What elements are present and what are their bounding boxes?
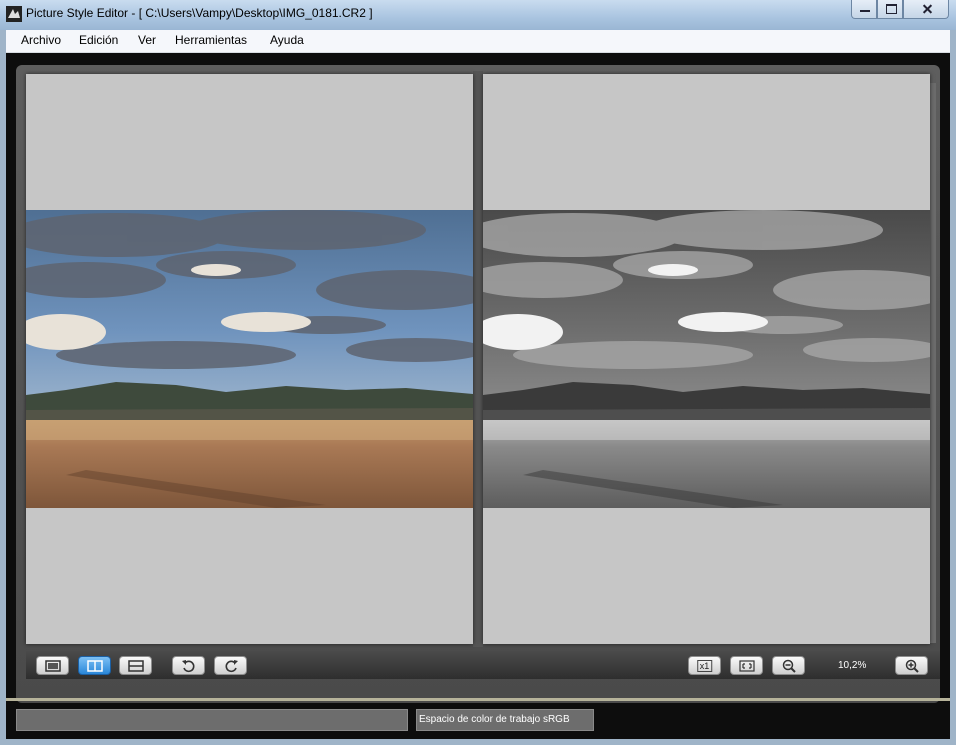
actual-size-button[interactable]: x1: [688, 656, 721, 675]
status-message-field: [16, 709, 408, 731]
app-icon[interactable]: [6, 6, 22, 22]
rotate-left-icon: [181, 659, 194, 672]
original-photo[interactable]: [26, 210, 473, 508]
view-toolbar: x1 10,2%: [26, 651, 940, 679]
original-image-panel[interactable]: [26, 74, 473, 644]
menu-ayuda[interactable]: Ayuda: [270, 33, 304, 47]
menu-archivo[interactable]: Archivo: [21, 33, 61, 47]
minimize-button[interactable]: [851, 0, 877, 19]
actual-size-label: x1: [696, 659, 713, 672]
status-separator: [6, 698, 950, 701]
window-title: Picture Style Editor - [ C:\Users\Vampy\…: [26, 6, 373, 20]
fit-to-window-icon: [738, 659, 755, 672]
menu-ver[interactable]: Ver: [138, 33, 156, 47]
menu-bar: Archivo Edición Ver Herramientas Ayuda: [6, 30, 950, 53]
image-workspace: x1 10,2%: [16, 65, 940, 703]
zoom-in-button[interactable]: [895, 656, 928, 675]
menu-herramientas[interactable]: Herramientas: [175, 33, 247, 47]
title-bar: Picture Style Editor - [ C:\Users\Vampy\…: [0, 0, 956, 30]
top-bottom-view-button[interactable]: [119, 656, 152, 675]
zoom-out-icon: [782, 659, 796, 673]
edited-photo[interactable]: [483, 210, 930, 508]
edited-image-panel[interactable]: [483, 74, 930, 644]
panel-divider: [473, 71, 483, 647]
color-space-status: Espacio de color de trabajo sRGB: [416, 709, 594, 731]
maximize-button[interactable]: [877, 0, 903, 19]
close-button[interactable]: [903, 0, 949, 19]
scroll-strip: [930, 83, 936, 643]
top-bottom-view-icon: [127, 659, 144, 672]
single-view-icon: [44, 659, 61, 672]
zoom-in-icon: [905, 659, 919, 673]
side-by-side-view-button[interactable]: [78, 656, 111, 675]
rotate-right-icon: [225, 659, 238, 672]
fit-to-window-button[interactable]: [730, 656, 763, 675]
side-by-side-view-icon: [86, 659, 103, 672]
single-view-button[interactable]: [36, 656, 69, 675]
zoom-level-readout: 10,2%: [838, 660, 867, 671]
zoom-out-button[interactable]: [772, 656, 805, 675]
client-area: x1 10,2% Espacio de color de trabajo sRG…: [6, 53, 950, 739]
menu-edicion[interactable]: Edición: [79, 33, 118, 47]
rotate-right-button[interactable]: [214, 656, 247, 675]
rotate-left-button[interactable]: [172, 656, 205, 675]
